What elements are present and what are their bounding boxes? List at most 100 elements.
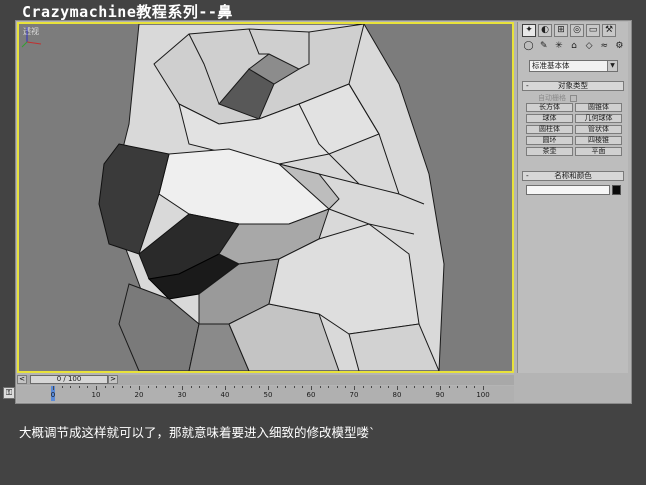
tick-mark xyxy=(319,386,321,388)
key-filter-icon[interactable]: ⚿ xyxy=(3,387,15,399)
tick-mark xyxy=(130,386,132,388)
tick-mark xyxy=(199,386,201,388)
tick-mark xyxy=(474,386,476,388)
object-category-dropdown[interactable]: 标准基本体 ▼ xyxy=(529,60,618,72)
tick-mark xyxy=(354,386,355,390)
cameras-icon[interactable]: ⌂ xyxy=(567,41,580,54)
geometry-icon[interactable]: ◯ xyxy=(522,41,535,54)
tick-mark xyxy=(379,386,381,388)
tick-mark xyxy=(276,386,278,388)
tick-mark xyxy=(448,386,450,388)
tick-mark xyxy=(285,386,287,388)
tick-mark xyxy=(483,386,484,390)
tick-label: 90 xyxy=(435,391,445,399)
tick-mark xyxy=(293,386,295,388)
hierarchy-icon[interactable]: ⊞ xyxy=(554,24,568,37)
tick-mark xyxy=(164,386,166,388)
display-icon[interactable]: ▭ xyxy=(586,24,600,37)
time-slider[interactable]: < 0 / 100 > xyxy=(17,375,514,385)
tick-mark xyxy=(70,386,72,388)
tick-mark xyxy=(440,386,441,390)
tick-mark xyxy=(78,386,80,388)
tick-mark xyxy=(250,386,252,388)
create-icon[interactable]: ✦ xyxy=(522,24,536,37)
time-slider-thumb[interactable]: 0 / 100 xyxy=(30,375,108,384)
name-color-rollout[interactable]: - 名称和颜色 xyxy=(522,171,624,181)
tick-mark xyxy=(121,386,123,388)
tick-label: 10 xyxy=(91,391,101,399)
box-button[interactable]: 长方体 xyxy=(526,103,573,112)
object-name-field[interactable] xyxy=(526,185,610,195)
rollout-title: 对象类型 xyxy=(558,81,588,90)
tick-mark xyxy=(225,386,226,390)
tick-mark xyxy=(104,386,106,388)
command-panel: ✦ ◐ ⊞ ◎ ▭ ⚒ ◯ ✎ ✳ ⌂ ◇ ≈ ⚙ 标准基本体 ▼ - 对象类型… xyxy=(517,22,628,373)
tick-mark xyxy=(397,386,398,390)
autogrid-label: 自动栅格 xyxy=(538,94,566,102)
axis-tripod-icon xyxy=(21,27,42,48)
tick-label: 70 xyxy=(349,391,359,399)
tick-label: 100 xyxy=(476,391,490,399)
tick-mark xyxy=(216,386,218,388)
tick-mark xyxy=(422,386,424,388)
tick-mark xyxy=(405,386,407,388)
lights-icon[interactable]: ✳ xyxy=(552,41,565,54)
tick-mark xyxy=(414,386,416,388)
tick-mark xyxy=(156,386,158,388)
plane-button[interactable]: 平面 xyxy=(575,147,622,156)
track-bar[interactable]: ⚿ 0 10 20 30 40 50 60 70 80 90 100 xyxy=(3,386,514,402)
page-title: Crazymachine教程系列--鼻 xyxy=(22,3,233,21)
tick-mark xyxy=(147,386,149,388)
prev-frame-button[interactable]: < xyxy=(17,375,27,384)
motion-icon[interactable]: ◎ xyxy=(570,24,584,37)
tube-button[interactable]: 管状体 xyxy=(575,125,622,134)
caption-text: 大概调节成这样就可以了，那就意味着要进入细致的修改模型喽` xyxy=(19,425,376,440)
chevron-down-icon: ▼ xyxy=(607,61,617,71)
modify-icon[interactable]: ◐ xyxy=(538,24,552,37)
object-color-swatch[interactable] xyxy=(612,185,621,195)
tick-label: 40 xyxy=(220,391,230,399)
tick-label: 50 xyxy=(263,391,273,399)
cylinder-button[interactable]: 圆柱体 xyxy=(526,125,573,134)
sphere-button[interactable]: 球体 xyxy=(526,114,573,123)
tick-mark xyxy=(371,386,373,388)
minus-icon: - xyxy=(526,81,529,90)
tick-mark xyxy=(53,386,54,390)
shapes-icon[interactable]: ✎ xyxy=(537,41,550,54)
tick-mark xyxy=(362,386,364,388)
tick-label: 60 xyxy=(306,391,316,399)
minus-icon: - xyxy=(526,171,529,180)
tick-label: 80 xyxy=(392,391,402,399)
autogrid-checkbox[interactable]: 自动栅格 xyxy=(538,93,577,103)
pyramid-button[interactable]: 四棱锥 xyxy=(575,136,622,145)
tick-mark xyxy=(302,386,304,388)
tick-label: 30 xyxy=(177,391,187,399)
tick-mark xyxy=(182,386,183,390)
teapot-button[interactable]: 茶壶 xyxy=(526,147,573,156)
helpers-icon[interactable]: ◇ xyxy=(583,41,596,54)
create-subtabs: ◯ ✎ ✳ ⌂ ◇ ≈ ⚙ xyxy=(522,41,626,55)
utilities-icon[interactable]: ⚒ xyxy=(602,24,616,37)
tick-mark xyxy=(173,386,175,388)
dropdown-value: 标准基本体 xyxy=(532,61,570,70)
tick-mark xyxy=(233,386,235,388)
geosphere-button[interactable]: 几何球体 xyxy=(575,114,622,123)
primitive-buttons: 长方体 圆锥体 球体 几何球体 圆柱体 管状体 圆环 四棱锥 茶壶 平面 xyxy=(526,103,622,156)
perspective-viewport[interactable]: 透视 xyxy=(17,22,514,373)
tick-mark xyxy=(190,386,192,388)
tick-mark xyxy=(139,386,140,390)
torus-button[interactable]: 圆环 xyxy=(526,136,573,145)
systems-icon[interactable]: ⚙ xyxy=(613,41,626,54)
tick-mark xyxy=(465,386,467,388)
tick-mark xyxy=(96,386,97,390)
spacewarps-icon[interactable]: ≈ xyxy=(598,41,611,54)
tick-mark xyxy=(242,386,244,388)
object-type-rollout[interactable]: - 对象类型 xyxy=(522,81,624,91)
tick-label: 20 xyxy=(134,391,144,399)
tick-mark xyxy=(457,386,459,388)
tick-mark xyxy=(268,386,269,390)
cone-button[interactable]: 圆锥体 xyxy=(575,103,622,112)
tick-label: 0 xyxy=(50,391,56,399)
next-frame-button[interactable]: > xyxy=(108,375,118,384)
nose-mesh xyxy=(98,24,445,371)
